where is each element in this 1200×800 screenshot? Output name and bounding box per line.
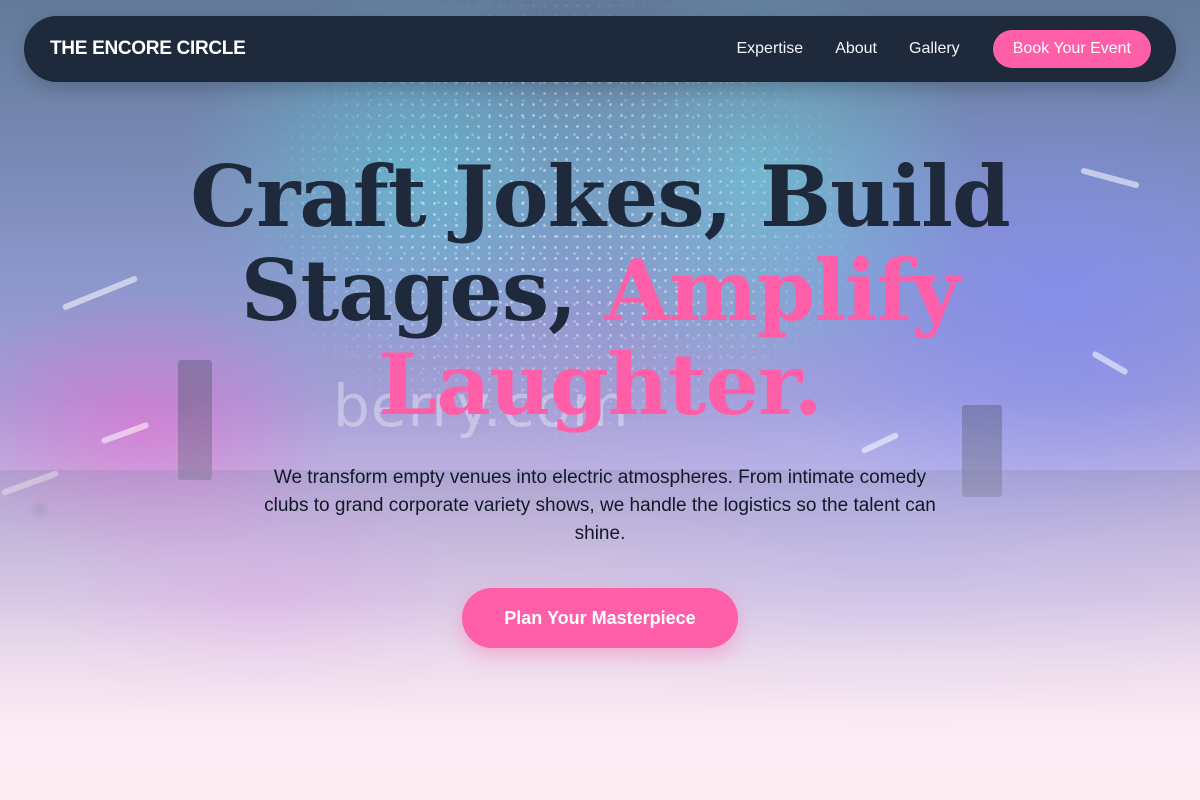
brand-logo[interactable]: THE ENCORE CIRCLE (50, 38, 246, 60)
book-event-button[interactable]: Book Your Event (992, 30, 1151, 68)
hero-title: Craft Jokes, Build Stages, Amplify Laugh… (100, 150, 1100, 432)
hero-subtitle: We transform empty venues into electric … (264, 467, 936, 544)
plan-masterpiece-button[interactable]: Plan Your Masterpiece (462, 588, 738, 648)
nav-link-gallery[interactable]: Gallery (909, 40, 960, 58)
nav-menu: Expertise About Gallery Book Your Event (736, 30, 1151, 68)
top-navbar: THE ENCORE CIRCLE Expertise About Galler… (24, 16, 1176, 82)
nav-link-expertise[interactable]: Expertise (736, 40, 803, 58)
nav-link-about[interactable]: About (835, 40, 877, 58)
